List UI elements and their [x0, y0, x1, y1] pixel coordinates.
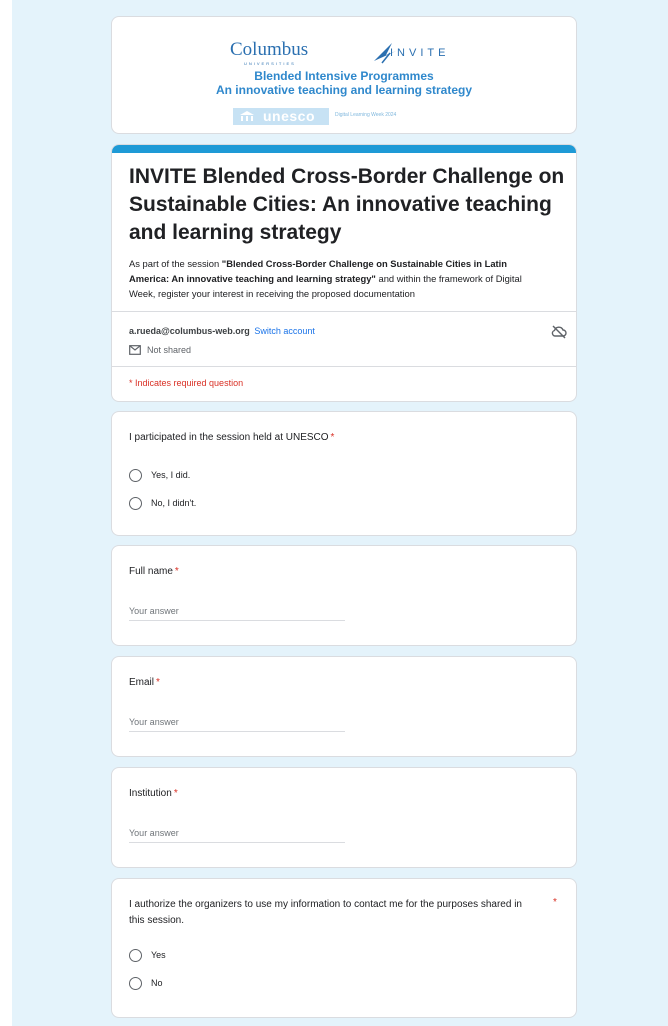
divider	[112, 311, 576, 312]
required-asterisk: *	[553, 897, 557, 908]
radio-button[interactable]	[129, 949, 142, 962]
question-card-participated: I participated in the session held at UN…	[111, 411, 577, 536]
not-shared-label: Not shared	[147, 345, 192, 355]
question-card-authorization: I authorize the organizers to use my inf…	[111, 878, 577, 1018]
banner-title-line2: An innovative teaching and learning stra…	[215, 83, 473, 97]
input-placeholder: Your answer	[129, 828, 179, 838]
question-card-email: Email * Your answer	[111, 656, 577, 757]
question-title: Full name *	[129, 566, 179, 577]
account-email: a.rueda@columbus-web.org	[129, 326, 250, 336]
question-title-text: I participated in the session held at UN…	[129, 432, 329, 443]
question-title: Institution *	[129, 788, 178, 799]
left-edge-strip	[0, 0, 12, 1026]
radio-label: Yes, I did.	[151, 470, 191, 480]
email-input[interactable]: Your answer	[129, 715, 345, 732]
question-title: I authorize the organizers to use my inf…	[129, 899, 522, 926]
account-row: a.rueda@columbus-web.org Switch account	[129, 326, 315, 336]
radio-button[interactable]	[129, 469, 142, 482]
form-banner: Columbus UNIVERSITIES INVITE Blended Int…	[111, 16, 577, 134]
institution-input[interactable]: Your answer	[129, 826, 345, 843]
form-title: INVITE Blended Cross-Border Challenge on…	[129, 165, 565, 244]
not-shared-row: Not shared	[129, 345, 191, 355]
columbus-logo: Columbus	[230, 39, 309, 60]
question-title: I participated in the session held at UN…	[129, 432, 334, 443]
question-title-text: Email	[129, 677, 155, 688]
radio-label: No, I didn't.	[151, 498, 197, 508]
radio-label: Yes	[151, 950, 166, 960]
input-placeholder: Your answer	[129, 717, 179, 727]
switch-account-link[interactable]: Switch account	[254, 326, 315, 336]
question-title-text: Institution	[129, 788, 172, 799]
divider	[112, 366, 576, 367]
unesco-logo-text: unesco	[263, 108, 316, 124]
event-label: Digital Learning Week 2024	[335, 112, 397, 118]
required-asterisk: *	[174, 566, 179, 577]
accent-bar	[112, 145, 576, 153]
cloud-off-icon[interactable]	[551, 325, 567, 339]
radio-label: No	[151, 978, 163, 988]
input-placeholder: Your answer	[129, 606, 179, 616]
required-note: * Indicates required question	[129, 378, 244, 388]
form-description: As part of the session "Blended Cross-Bo…	[129, 256, 549, 301]
not-shared-icon	[129, 345, 141, 355]
question-title: Email *	[129, 677, 160, 688]
logo-row: Columbus UNIVERSITIES INVITE	[112, 39, 576, 69]
required-asterisk: *	[330, 432, 335, 443]
invite-logo: INVITE	[390, 47, 450, 59]
radio-button[interactable]	[129, 977, 142, 990]
radio-button[interactable]	[129, 497, 142, 510]
banner-title-line1: Blended Intensive Programmes	[254, 69, 434, 83]
question-card-institution: Institution * Your answer	[111, 767, 577, 868]
columbus-logo-sub: UNIVERSITIES	[244, 61, 296, 66]
required-asterisk: *	[173, 788, 178, 799]
question-title-text: Full name	[129, 566, 173, 577]
form-description-pre: As part of the session	[129, 258, 222, 269]
unesco-temple-icon	[240, 111, 254, 121]
form-header-card: INVITE Blended Cross-Border Challenge on…	[111, 144, 577, 402]
full-name-input[interactable]: Your answer	[129, 604, 345, 621]
unesco-logo: unesco	[233, 108, 329, 125]
required-asterisk: *	[156, 677, 160, 688]
question-card-full-name: Full name * Your answer	[111, 545, 577, 646]
